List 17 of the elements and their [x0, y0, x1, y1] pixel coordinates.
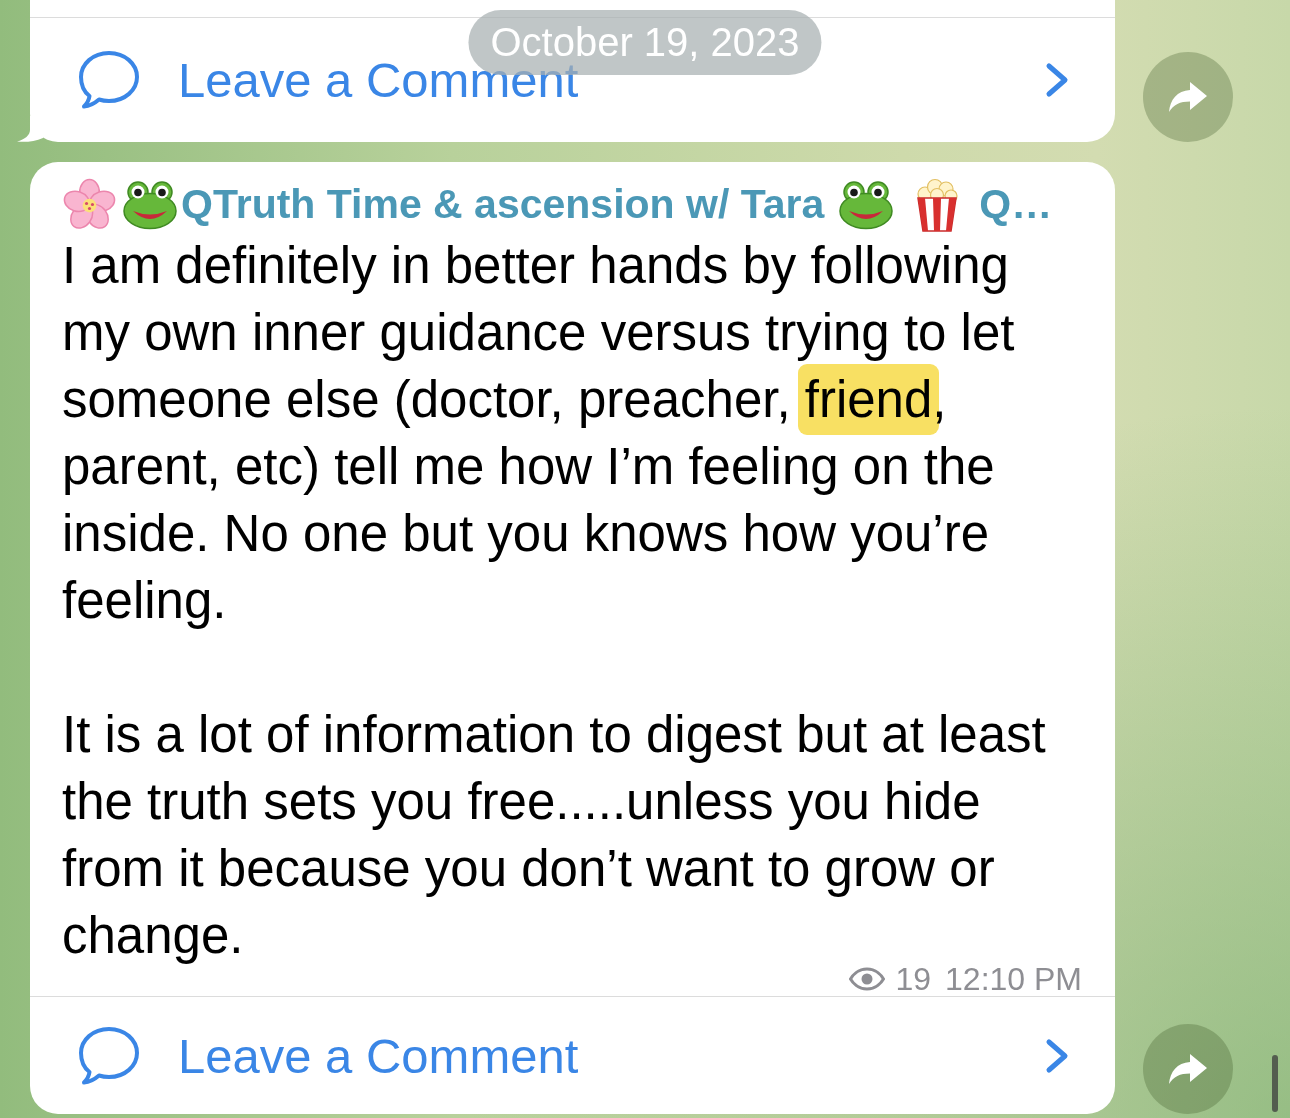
speech-bubble-icon — [76, 1025, 140, 1086]
leave-comment-link[interactable]: Leave a Comment — [30, 997, 1115, 1114]
message-time: 12:10 PM — [945, 966, 1082, 992]
chevron-right-icon — [1044, 62, 1070, 98]
channel-name-overflow: Q… — [979, 181, 1053, 229]
curved-arrow-icon — [1168, 80, 1208, 114]
scroll-indicator — [1272, 1055, 1278, 1112]
speech-bubble-icon — [76, 50, 140, 110]
popcorn-icon — [915, 178, 960, 232]
frog-face-icon — [122, 180, 178, 230]
frog-face-icon — [838, 180, 895, 230]
view-count: 19 — [895, 966, 932, 992]
eye-icon — [849, 967, 886, 991]
channel-name: QTruth Time & ascension w/ Tara — [181, 181, 825, 229]
chevron-right-icon — [1044, 1037, 1070, 1074]
curved-arrow-icon — [1168, 1052, 1208, 1086]
message-paragraph: It is a lot of information to digest but at least the truth sets you free.....unless you hide from it because you don’t want to grow or change. — [62, 706, 1046, 964]
